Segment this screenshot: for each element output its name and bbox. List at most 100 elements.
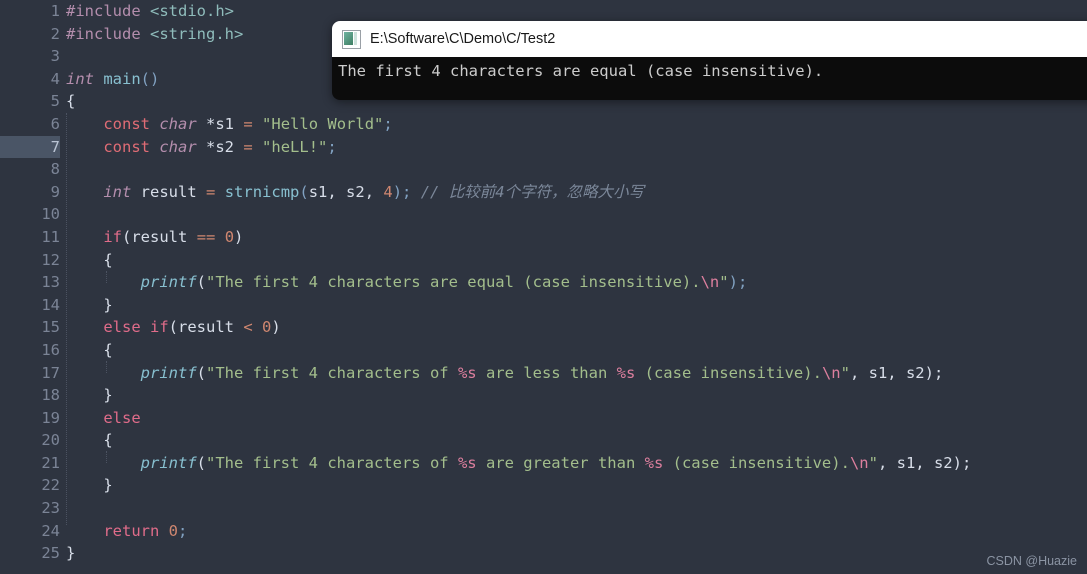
token-operator: = [243, 137, 253, 156]
token-escape: \n [849, 453, 869, 472]
token-paren-open: ( [122, 227, 132, 246]
token-string-end: " [868, 453, 878, 472]
line-number: 14 [41, 295, 60, 314]
code-content[interactable]: const char *s2 = "heLL!"; [66, 136, 336, 159]
code-content[interactable]: { [66, 90, 75, 113]
code-content[interactable]: else [66, 407, 141, 430]
line-number: 5 [50, 92, 60, 111]
token-number: 0 [262, 318, 272, 337]
code-line-25[interactable]: 25 } [0, 542, 1087, 565]
token-format-specifier: %s [457, 453, 477, 472]
token-variable: result [178, 318, 235, 337]
token-function-call: printf [140, 273, 197, 292]
code-content[interactable]: #include <stdio.h> [66, 0, 234, 23]
code-line-9[interactable]: 9 int result = strnicmp(s1, s2, 4); // 比… [0, 181, 1087, 204]
line-number: 1 [50, 2, 60, 20]
token-keyword-else: else [103, 408, 141, 427]
line-number: 12 [41, 250, 60, 269]
token-paren-close: ) [234, 227, 244, 246]
token-string-end: " [719, 273, 729, 292]
code-line-10[interactable]: 10 [0, 203, 1087, 226]
token-string: (case insensitive). [635, 363, 822, 382]
console-output-line: The first 4 characters are equal (case i… [338, 62, 824, 80]
code-content[interactable]: if(result == 0) [66, 226, 243, 249]
code-content[interactable]: printf("The first 4 characters of %s are… [66, 452, 972, 475]
code-line-22[interactable]: 22 } [0, 474, 1087, 497]
code-content[interactable]: { [66, 249, 112, 272]
code-line-19[interactable]: 19 else [0, 407, 1087, 430]
line-number: 6 [50, 114, 60, 133]
token-paren-open: ( [196, 453, 206, 472]
code-line-23[interactable]: 23 [0, 497, 1087, 520]
console-titlebar[interactable]: E:\Software\C\Demo\C/Test2 [332, 21, 1087, 57]
code-content[interactable]: int result = strnicmp(s1, s2, 4); // 比较前… [66, 181, 644, 204]
console-app-icon [342, 29, 361, 49]
token-brace: } [66, 544, 76, 563]
token-keyword-else: else [103, 318, 141, 337]
token-parens: () [140, 69, 160, 88]
console-output-area[interactable]: The first 4 characters are equal (case i… [332, 57, 1087, 100]
line-number: 11 [41, 227, 60, 246]
token-brace: } [103, 476, 113, 495]
token-paren-open: ( [299, 182, 309, 201]
code-line-13[interactable]: 13 printf("The first 4 characters are eq… [0, 271, 1087, 294]
code-content[interactable]: printf("The first 4 characters of %s are… [66, 362, 944, 385]
token-brace: } [103, 386, 113, 405]
code-content[interactable]: int main() [66, 68, 159, 91]
code-content[interactable]: } [66, 474, 113, 497]
code-line-24[interactable]: 24 return 0; [0, 520, 1087, 543]
token-type: char [159, 114, 197, 133]
token-number: 4 [383, 182, 393, 201]
line-number: 13 [41, 273, 60, 292]
token-string-end: " [840, 363, 850, 382]
code-line-12[interactable]: 12 { [0, 249, 1087, 272]
token-variable: result [140, 182, 197, 201]
token-format-specifier: %s [457, 363, 477, 382]
token-variable: result [131, 227, 188, 246]
token-string: are less than [476, 363, 617, 382]
token-function-call: strnicmp [224, 182, 300, 201]
line-number: 18 [41, 386, 60, 405]
code-line-8[interactable]: 8 [0, 158, 1087, 181]
line-number: 24 [41, 521, 60, 540]
code-line-14[interactable]: 14 } [0, 294, 1087, 317]
code-line-18[interactable]: 18 } [0, 384, 1087, 407]
code-line-16[interactable]: 16 { [0, 339, 1087, 362]
code-line-15[interactable]: 15 else if(result < 0) [0, 316, 1087, 339]
code-line-11[interactable]: 11 if(result == 0) [0, 226, 1087, 249]
code-line-6[interactable]: 6 const char *s1 = "Hello World"; [0, 113, 1087, 136]
code-content[interactable]: printf("The first 4 characters are equal… [66, 271, 748, 294]
line-number: 9 [50, 182, 60, 201]
line-number: 20 [41, 431, 60, 450]
code-content[interactable]: return 0; [66, 520, 187, 543]
token-keyword-return: return [103, 521, 160, 540]
token-operator: = [206, 182, 216, 201]
line-number: 15 [41, 318, 60, 337]
code-content[interactable]: { [66, 339, 112, 362]
token-semicolon: ; [178, 521, 188, 540]
token-string: "Hello World" [262, 114, 384, 133]
token-paren-open: ( [168, 318, 179, 337]
token-keyword-if: if [150, 318, 169, 337]
code-content[interactable]: } [66, 542, 75, 565]
code-line-1[interactable]: 1 #include <stdio.h> [0, 0, 1087, 23]
token-number: 0 [224, 227, 235, 246]
token-comment: // 比较前4个字符，忽略大小写 [420, 182, 645, 201]
console-window[interactable]: E:\Software\C\Demo\C/Test2 The first 4 c… [332, 21, 1087, 100]
token-number: 0 [168, 521, 179, 540]
code-line-17[interactable]: 17 printf("The first 4 characters of %s … [0, 362, 1087, 385]
token-operator: < [243, 318, 253, 337]
code-content[interactable]: const char *s1 = "Hello World"; [66, 113, 392, 136]
code-line-20[interactable]: 20 { [0, 429, 1087, 452]
code-content[interactable]: } [66, 384, 113, 407]
code-content[interactable]: { [66, 429, 112, 452]
code-line-7[interactable]: 7 const char *s2 = "heLL!"; [0, 135, 1087, 159]
token-arguments: , s1, s2); [877, 453, 972, 472]
code-content[interactable]: #include <string.h> [66, 23, 243, 46]
code-content[interactable]: else if(result < 0) [66, 316, 280, 339]
line-number: 16 [41, 340, 60, 359]
code-content[interactable]: } [66, 294, 112, 317]
token-header: <string.h> [150, 24, 244, 43]
code-line-21[interactable]: 21 printf("The first 4 characters of %s … [0, 452, 1087, 475]
token-brace: { [66, 92, 76, 111]
